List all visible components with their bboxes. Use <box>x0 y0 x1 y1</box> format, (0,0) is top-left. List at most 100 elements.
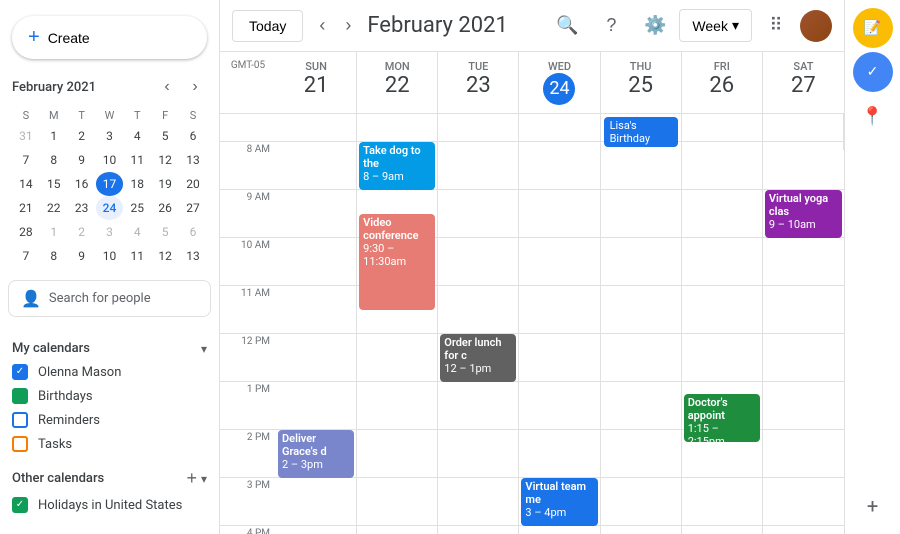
mini-cal-day[interactable]: 13 <box>179 148 207 172</box>
mini-cal-day[interactable]: 5 <box>151 124 179 148</box>
other-calendar-item[interactable]: ✓Holidays in United States <box>12 493 207 517</box>
mini-cal-next-button[interactable]: › <box>183 75 207 99</box>
keep-icon[interactable]: 📝 <box>853 8 893 48</box>
mini-cal-day[interactable]: 1 <box>40 220 68 244</box>
mini-cal-day[interactable]: 7 <box>12 244 40 268</box>
header-sun: SUN 21 <box>276 52 357 113</box>
mini-cal-day[interactable]: 14 <box>12 172 40 196</box>
calendar-checkbox[interactable] <box>12 436 28 452</box>
calendar-event[interactable]: Virtual yoga clas9 – 10am <box>765 190 842 238</box>
calendar-event[interactable]: Virtual team me3 – 4pm <box>521 478 597 526</box>
time-label: 1 PM <box>247 384 270 395</box>
event-time: 9:30 – 11:30am <box>363 242 431 268</box>
mini-cal-day[interactable]: 4 <box>123 220 151 244</box>
mini-cal-day[interactable]: 4 <box>123 124 151 148</box>
event-title: Doctor's appoint <box>688 396 756 422</box>
mini-cal-day[interactable]: 12 <box>151 148 179 172</box>
my-calendar-item[interactable]: Birthdays <box>12 384 207 408</box>
other-calendars-add-button[interactable]: + <box>186 468 197 489</box>
calendar-checkbox[interactable] <box>12 412 28 428</box>
avatar[interactable] <box>800 10 832 42</box>
calendar-event[interactable]: Take dog to the8 – 9am <box>359 142 435 190</box>
google-apps-button[interactable]: ⠿ <box>756 6 796 46</box>
day-col-5: Doctor's appoint1:15 – 2:15pm <box>682 142 763 534</box>
calendar-checkbox[interactable]: ✓ <box>12 364 28 380</box>
time-label: 3 PM <box>247 480 270 491</box>
mini-cal-day[interactable]: 22 <box>40 196 68 220</box>
mini-cal-day[interactable]: 10 <box>96 244 124 268</box>
mini-cal-day[interactable]: 8 <box>40 244 68 268</box>
search-people[interactable]: 👤 Search for people <box>8 280 211 317</box>
mini-cal-day[interactable]: 2 <box>68 220 96 244</box>
calendar-checkbox[interactable]: ✓ <box>12 497 28 513</box>
calendar-event[interactable]: Deliver Grace's d2 – 3pm <box>278 430 354 478</box>
mini-cal-day[interactable]: 16 <box>68 172 96 196</box>
sidebar: + Today Create February 2021 ‹ › SMTWTFS… <box>0 0 220 534</box>
today-button[interactable]: Today <box>232 10 303 42</box>
mini-cal-day[interactable]: 11 <box>123 148 151 172</box>
mini-cal-day[interactable]: 21 <box>12 196 40 220</box>
header-mon: MON 22 <box>357 52 438 113</box>
event-title: Video conference <box>363 216 431 242</box>
header-fri: FRI 26 <box>682 52 763 113</box>
mini-cal-day[interactable]: 20 <box>179 172 207 196</box>
mini-cal-day[interactable]: 12 <box>151 244 179 268</box>
calendar-item-label: Olenna Mason <box>38 365 121 380</box>
add-app-button[interactable]: + <box>853 486 893 526</box>
mini-cal-day[interactable]: 24 <box>96 196 124 220</box>
mini-cal-day[interactable]: 19 <box>151 172 179 196</box>
my-calendars-section: My calendars ▾ ✓ Olenna Mason BirthdaysRem… <box>0 337 219 456</box>
mini-cal-day[interactable]: 3 <box>96 220 124 244</box>
mini-cal-day[interactable]: 9 <box>68 148 96 172</box>
calendar-grid: GMT-05 SUN 21 MON 22 TUE 23 WED 24 THU 2… <box>220 52 844 534</box>
mini-cal-day[interactable]: 25 <box>123 196 151 220</box>
calendar-checkbox[interactable] <box>12 388 28 404</box>
mini-cal-day[interactable]: 27 <box>179 196 207 220</box>
mini-cal-day[interactable]: 6 <box>179 124 207 148</box>
mini-cal-day[interactable]: 11 <box>123 244 151 268</box>
calendar-event[interactable]: Video conference9:30 – 11:30am <box>359 214 435 310</box>
mini-cal-day[interactable]: 26 <box>151 196 179 220</box>
calendar-event[interactable]: Order lunch for c12 – 1pm <box>440 334 516 382</box>
mini-cal-day[interactable]: 18 <box>123 172 151 196</box>
mini-cal-day[interactable]: 3 <box>96 124 124 148</box>
event-time: 2 – 3pm <box>282 458 350 471</box>
my-calendar-item[interactable]: Tasks <box>12 432 207 456</box>
mini-cal-prev-button[interactable]: ‹ <box>155 75 179 99</box>
search-button[interactable]: 🔍 <box>547 6 587 46</box>
prev-week-button[interactable]: ‹ <box>311 11 333 40</box>
maps-icon[interactable]: 📍 <box>853 96 893 136</box>
my-calendar-item[interactable]: Reminders <box>12 408 207 432</box>
view-selector-button[interactable]: Week ▾ <box>679 9 752 42</box>
create-button[interactable]: + Today Create <box>12 16 207 59</box>
mini-cal-day[interactable]: 13 <box>179 244 207 268</box>
mini-cal-day[interactable]: 8 <box>40 148 68 172</box>
calendar-item-label: Tasks <box>38 437 72 452</box>
mini-cal-day[interactable]: 10 <box>96 148 124 172</box>
mini-cal-day[interactable]: 28 <box>12 220 40 244</box>
mini-cal-day[interactable]: 31 <box>12 124 40 148</box>
help-button[interactable]: ? <box>591 6 631 46</box>
mini-cal-day[interactable]: 5 <box>151 220 179 244</box>
event-time: 9 – 10am <box>769 218 838 231</box>
next-week-button[interactable]: › <box>337 11 359 40</box>
mini-cal-day[interactable]: 1 <box>40 124 68 148</box>
time-label: 8 AM <box>247 144 270 155</box>
calendar-event[interactable]: Doctor's appoint1:15 – 2:15pm <box>684 394 760 442</box>
mini-cal-day[interactable]: 2 <box>68 124 96 148</box>
mini-cal-day[interactable]: 23 <box>68 196 96 220</box>
mini-cal-nav: ‹ › <box>155 75 207 99</box>
all-day-row: Lisa's Birthday <box>220 114 844 142</box>
settings-button[interactable]: ⚙️ <box>635 6 675 46</box>
tasks-icon[interactable]: ✓ <box>853 52 893 92</box>
mini-cal-day[interactable]: 9 <box>68 244 96 268</box>
mini-cal-title: February 2021 <box>12 80 96 95</box>
my-calendar-item[interactable]: ✓ Olenna Mason <box>12 360 207 384</box>
header-sat: SAT 27 <box>763 52 844 113</box>
time-label: 12 PM <box>241 336 270 347</box>
mini-cal-day[interactable]: 15 <box>40 172 68 196</box>
my-calendars-header[interactable]: My calendars ▾ <box>12 337 207 360</box>
mini-cal-day[interactable]: 7 <box>12 148 40 172</box>
mini-cal-day[interactable]: 6 <box>179 220 207 244</box>
mini-cal-day[interactable]: 17 <box>96 172 124 196</box>
